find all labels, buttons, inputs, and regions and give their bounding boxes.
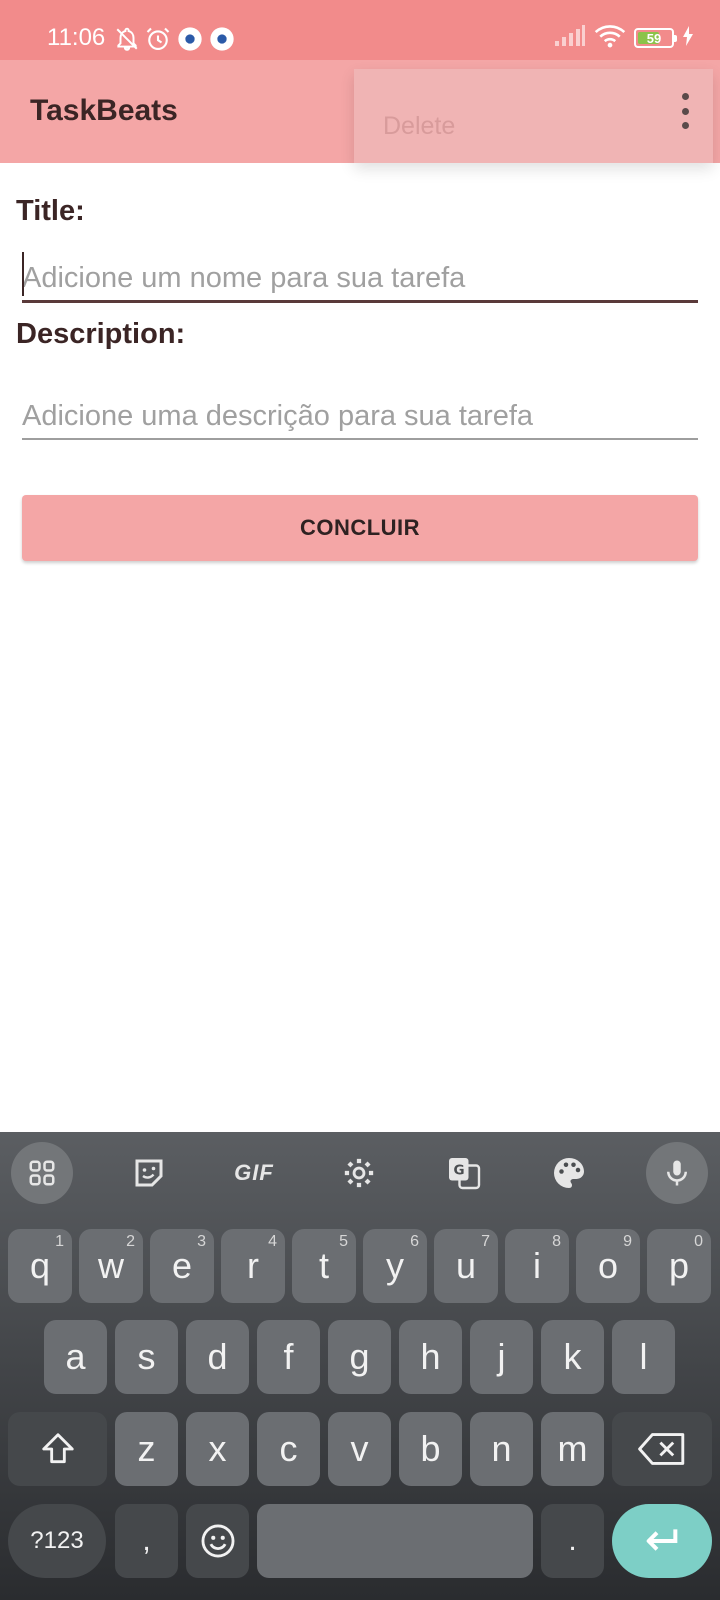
svg-text:G: G xyxy=(454,1163,465,1179)
more-vert-icon[interactable] xyxy=(679,93,691,129)
wifi-icon xyxy=(594,23,626,54)
key-o[interactable]: o9 xyxy=(576,1229,640,1303)
status-bar: 11:06 59 xyxy=(0,0,720,60)
key-k[interactable]: k xyxy=(541,1320,604,1394)
title-input[interactable] xyxy=(22,258,698,298)
description-label: Description: xyxy=(16,318,186,350)
period-key[interactable]: . xyxy=(541,1504,604,1578)
key-b[interactable]: b xyxy=(399,1412,462,1486)
shift-key[interactable] xyxy=(8,1412,107,1486)
description-underline xyxy=(22,438,698,440)
title-underline xyxy=(22,300,698,303)
enter-icon xyxy=(646,1529,678,1551)
keyboard-toolbar: GIF G xyxy=(0,1132,720,1212)
key-p[interactable]: p0 xyxy=(647,1229,711,1303)
app-notification-icon xyxy=(176,25,204,53)
key-r[interactable]: r4 xyxy=(221,1229,285,1303)
shift-icon xyxy=(41,1433,74,1464)
backspace-key[interactable] xyxy=(612,1412,712,1486)
key-e[interactable]: e3 xyxy=(150,1229,214,1303)
key-u[interactable]: u7 xyxy=(434,1229,498,1303)
status-notification-icons xyxy=(114,24,236,54)
key-l[interactable]: l xyxy=(612,1320,675,1394)
keyboard: GIF G q1 w2 e3 r4 t5 y6 u7 i8 o9 p0 a s … xyxy=(0,1132,720,1600)
backspace-icon xyxy=(638,1433,685,1465)
menu-item-delete[interactable]: Delete xyxy=(383,112,455,141)
concluir-button[interactable]: CONCLUIR xyxy=(22,495,698,561)
alarm-icon xyxy=(144,25,172,53)
app-notification-icon xyxy=(208,25,236,53)
apps-grid-icon[interactable] xyxy=(11,1142,73,1204)
key-z[interactable]: z xyxy=(115,1412,178,1486)
text-cursor xyxy=(22,252,24,296)
palette-icon[interactable] xyxy=(538,1142,600,1204)
key-m[interactable]: m xyxy=(541,1412,604,1486)
status-system-icons: 59 xyxy=(554,22,694,54)
key-n[interactable]: n xyxy=(470,1412,533,1486)
space-key[interactable] xyxy=(257,1504,533,1578)
bell-off-icon xyxy=(114,26,140,52)
battery-icon: 59 xyxy=(634,28,677,48)
status-time: 11:06 xyxy=(47,24,106,51)
key-y[interactable]: y6 xyxy=(363,1229,427,1303)
sticker-icon[interactable] xyxy=(118,1142,180,1204)
battery-percent: 59 xyxy=(646,30,662,46)
numbers-key[interactable]: ?123 xyxy=(8,1504,106,1578)
emoji-key[interactable] xyxy=(186,1504,249,1578)
key-i[interactable]: i8 xyxy=(505,1229,569,1303)
key-v[interactable]: v xyxy=(328,1412,391,1486)
key-x[interactable]: x xyxy=(186,1412,249,1486)
overflow-menu: Delete xyxy=(354,69,713,163)
mic-icon[interactable] xyxy=(646,1142,708,1204)
key-d[interactable]: d xyxy=(186,1320,249,1394)
key-h[interactable]: h xyxy=(399,1320,462,1394)
gif-icon[interactable]: GIF xyxy=(223,1142,285,1204)
app-title: TaskBeats xyxy=(30,94,178,127)
key-t[interactable]: t5 xyxy=(292,1229,356,1303)
translate-icon[interactable]: G xyxy=(433,1142,495,1204)
enter-key[interactable] xyxy=(612,1504,712,1578)
key-c[interactable]: c xyxy=(257,1412,320,1486)
gif-label: GIF xyxy=(234,1160,274,1185)
title-label: Title: xyxy=(16,195,85,227)
charging-icon xyxy=(682,25,694,51)
key-w[interactable]: w2 xyxy=(79,1229,143,1303)
settings-icon[interactable] xyxy=(328,1142,390,1204)
key-j[interactable]: j xyxy=(470,1320,533,1394)
emoji-icon xyxy=(201,1524,234,1558)
key-f[interactable]: f xyxy=(257,1320,320,1394)
description-input[interactable] xyxy=(22,396,698,436)
key-s[interactable]: s xyxy=(115,1320,178,1394)
key-q[interactable]: q1 xyxy=(8,1229,72,1303)
key-g[interactable]: g xyxy=(328,1320,391,1394)
key-a[interactable]: a xyxy=(44,1320,107,1394)
comma-key[interactable]: , xyxy=(115,1504,178,1578)
signal-icon xyxy=(554,24,586,52)
